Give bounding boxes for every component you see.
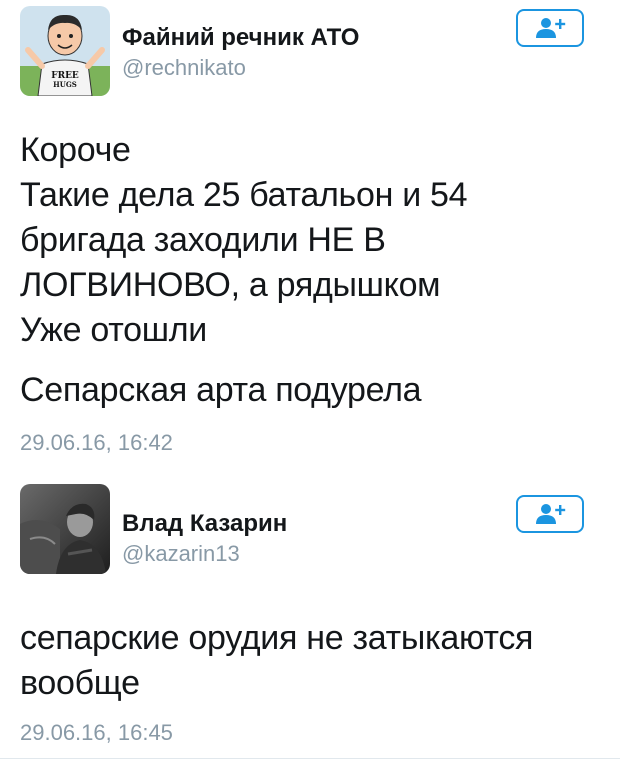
tweet-text: сепарские орудия не затыкаются вообще [20, 619, 534, 702]
add-user-icon [536, 504, 566, 524]
author-handle[interactable]: @kazarin13 [122, 541, 240, 567]
avatar-kazarin13[interactable] [20, 484, 110, 574]
cartoon-avatar-icon: FREE HUGS [20, 6, 110, 96]
add-user-icon [536, 18, 566, 38]
tweet-timestamp[interactable]: 29.06.16, 16:42 [20, 430, 173, 456]
svg-text:HUGS: HUGS [53, 80, 77, 89]
author-name[interactable]: Файний речник АТО [122, 24, 359, 52]
tweet-text: Короче Такие дела 25 батальон и 54 брига… [20, 131, 468, 349]
follow-button[interactable] [516, 495, 584, 533]
follow-button[interactable] [516, 9, 584, 47]
tweet-2: Влад Казарин @kazarin13 сепарские орудия… [0, 480, 620, 761]
avatar-rechnikato[interactable]: FREE HUGS [20, 6, 110, 96]
soldier-photo-icon [20, 484, 110, 574]
divider [0, 758, 620, 759]
tweet-text-paragraph-2: Сепарская арта подурела [20, 371, 422, 409]
author-name[interactable]: Влад Казарин [122, 510, 287, 538]
tweet-1: FREE HUGS Файний речник АТО @rechnikato … [0, 0, 620, 480]
tweet-timestamp[interactable]: 29.06.16, 16:45 [20, 720, 173, 746]
author-handle[interactable]: @rechnikato [122, 55, 246, 81]
